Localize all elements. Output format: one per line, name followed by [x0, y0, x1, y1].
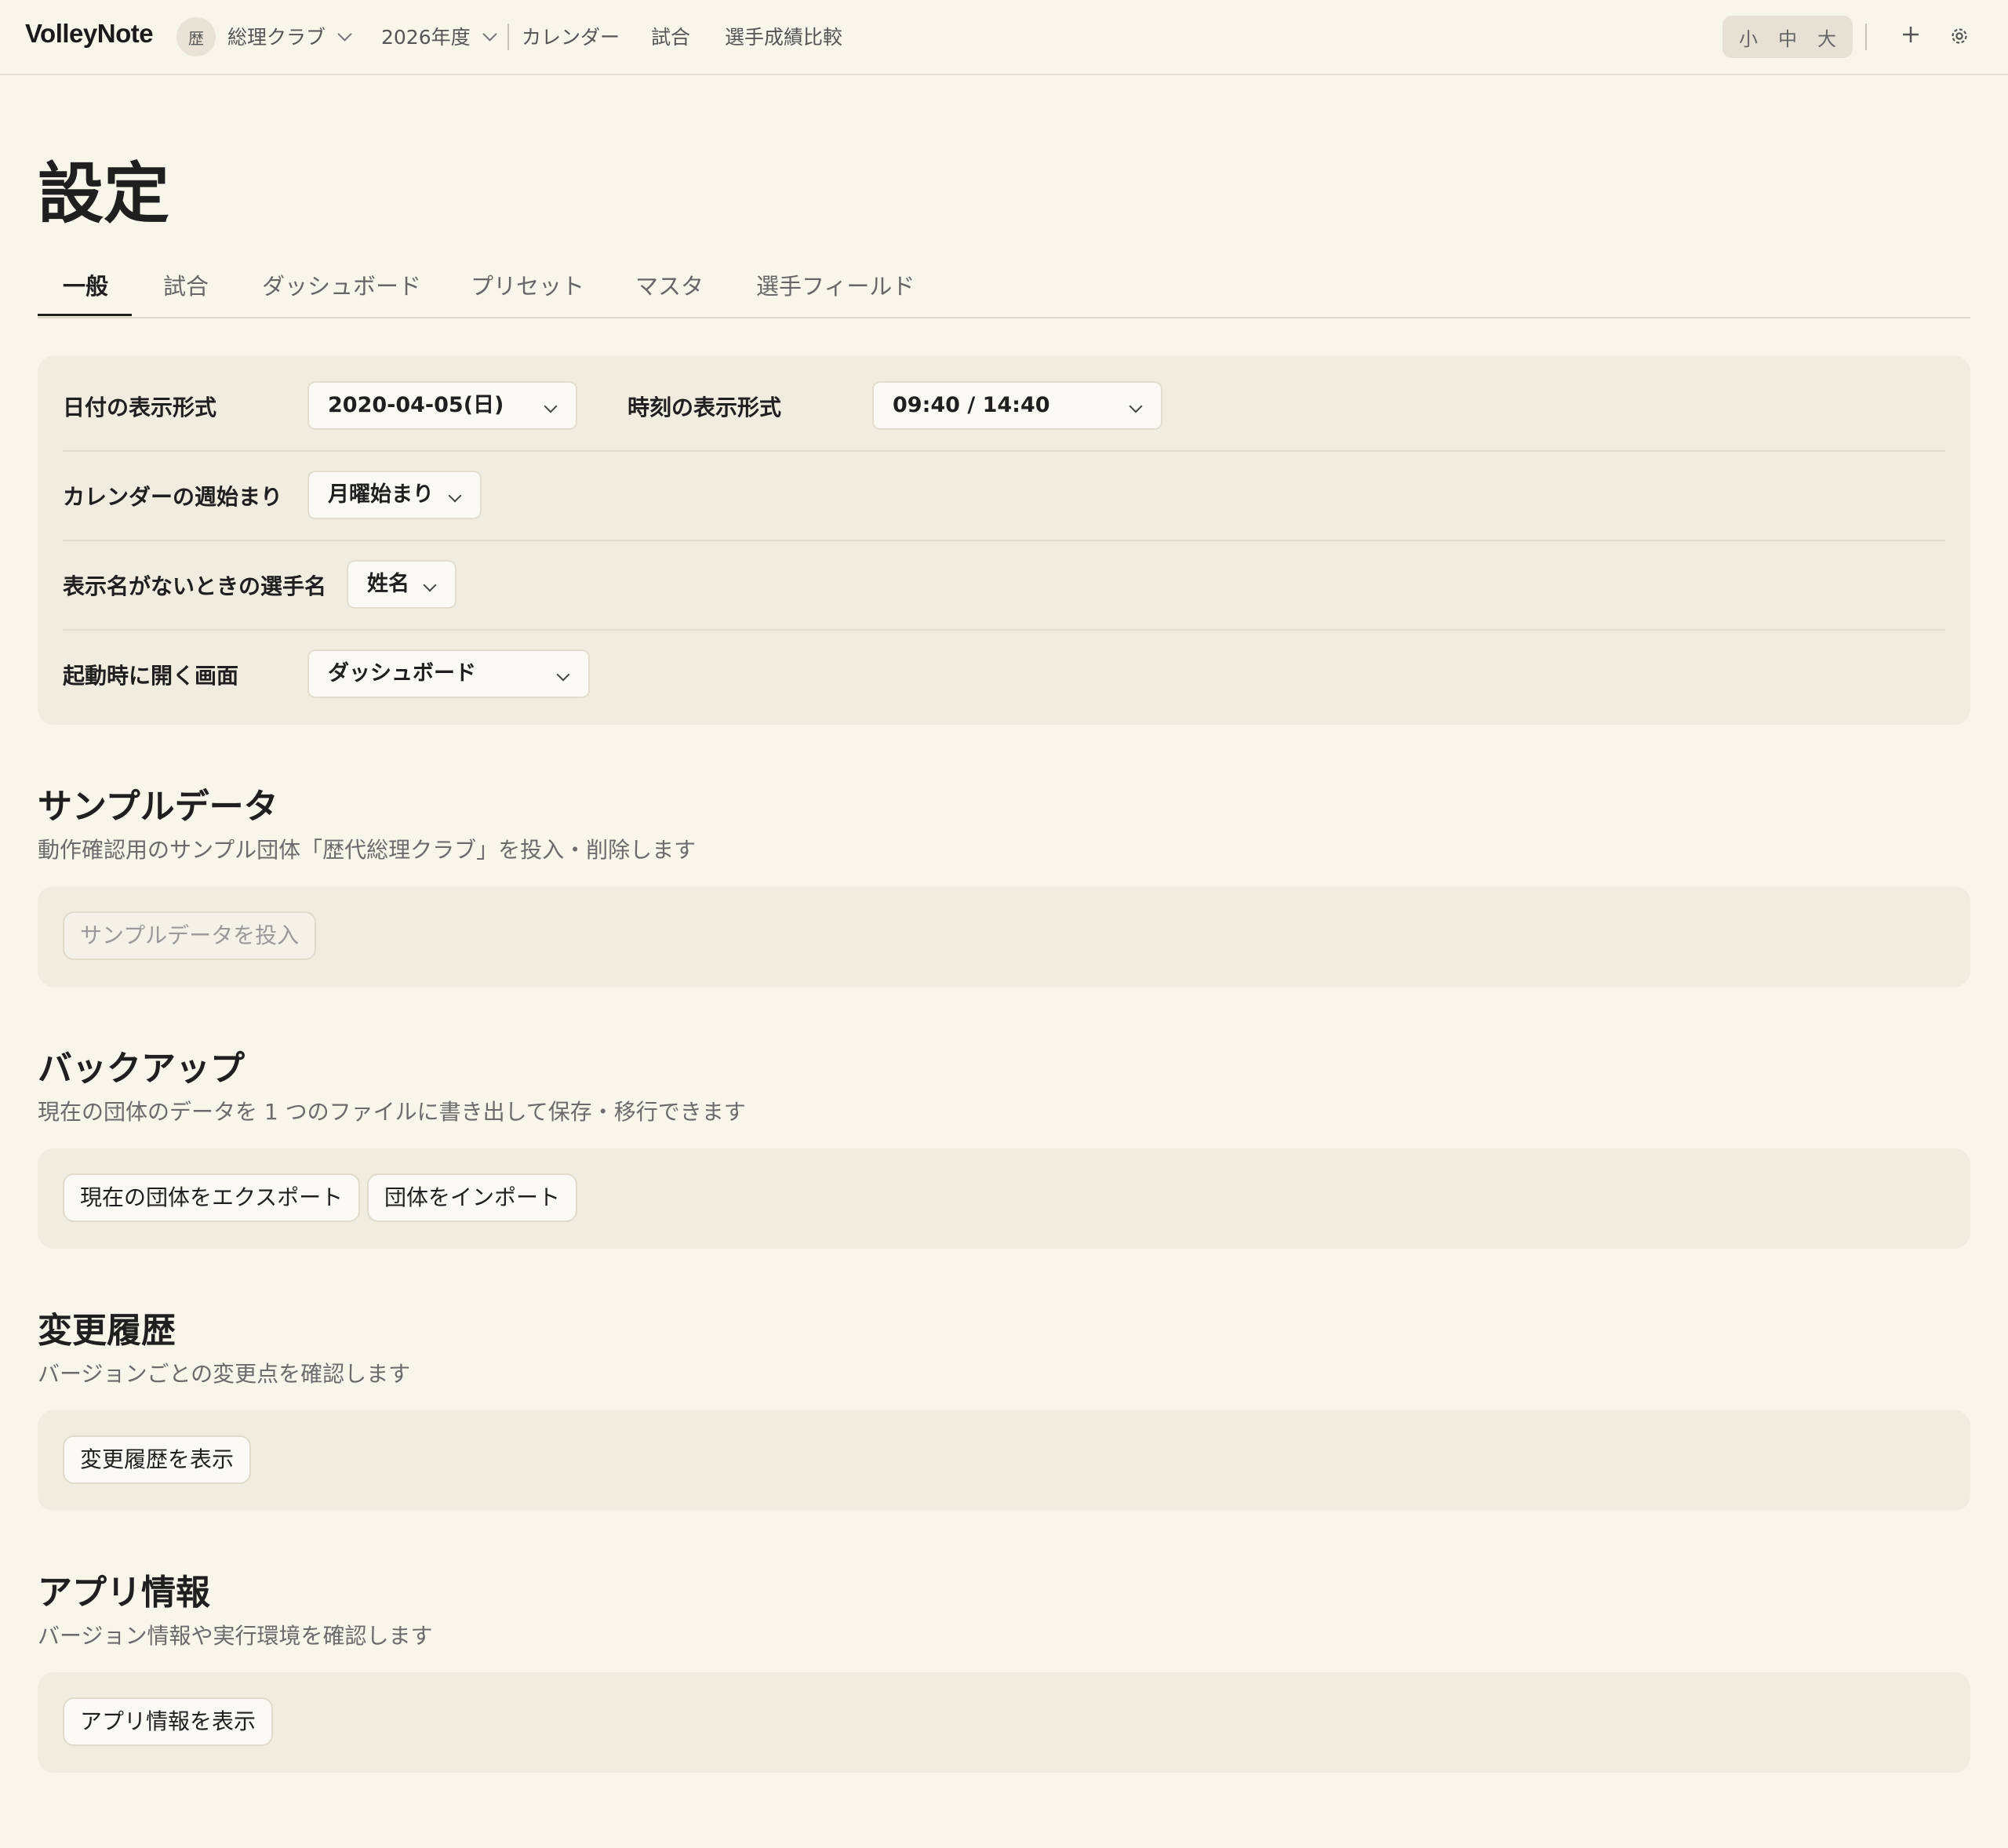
week-start-label: カレンダーの週始まり: [63, 484, 283, 510]
startup-screen-label: 起動時に開く画面: [63, 663, 239, 689]
sample-data-title: サンプルデータ: [38, 787, 278, 827]
changelog-card: 変更履歴を表示: [38, 1410, 1970, 1511]
backup-card: 現在の団体をエクスポート 団体をインポート: [38, 1148, 1970, 1249]
toolbar-divider: [1865, 24, 1867, 50]
gear-icon[interactable]: [1948, 25, 1970, 47]
row-divider: [63, 450, 1945, 452]
startup-screen-value: ダッシュボード: [328, 661, 476, 686]
size-small-button[interactable]: 小: [1739, 24, 1758, 51]
time-format-select[interactable]: 09:40 / 14:40: [872, 381, 1162, 430]
chevron-down-icon: [482, 27, 497, 42]
chevron-down-icon: [1129, 399, 1143, 413]
season-selector[interactable]: 2026年度: [381, 22, 497, 50]
changelog-desc: バージョンごとの変更点を確認します: [38, 1361, 411, 1387]
insert-sample-data-button[interactable]: サンプルデータを投入: [63, 911, 317, 960]
app-info-title: アプリ情報: [38, 1573, 210, 1613]
show-changelog-button[interactable]: 変更履歴を表示: [63, 1435, 252, 1484]
player-name-value: 姓名: [367, 572, 409, 596]
club-selector[interactable]: 総理クラブ: [227, 22, 352, 50]
chevron-down-icon: [448, 489, 462, 503]
sample-data-desc: 動作確認用のサンプル団体「歴代総理クラブ」を投入・削除します: [38, 837, 697, 863]
tab-dashboard[interactable]: ダッシュボード: [262, 268, 421, 301]
nav-calendar[interactable]: カレンダー: [522, 22, 620, 50]
export-club-button[interactable]: 現在の団体をエクスポート: [63, 1173, 361, 1222]
active-tab-indicator: [38, 314, 132, 316]
size-medium-button[interactable]: 中: [1778, 24, 1797, 51]
nav-divider: [507, 24, 509, 50]
time-format-label: 時刻の表示形式: [628, 395, 782, 420]
page-title: 設定: [38, 155, 170, 232]
settings-tabs: 一般 試合 ダッシュボード プリセット マスタ 選手フィールド: [38, 265, 1970, 318]
app-info-desc: バージョン情報や実行環境を確認します: [38, 1623, 433, 1649]
chevron-down-icon: [423, 578, 437, 592]
nav-matches[interactable]: 試合: [651, 22, 690, 50]
chevron-down-icon: [337, 27, 352, 42]
chevron-down-icon: [556, 668, 570, 682]
row-divider: [63, 540, 1945, 541]
player-name-label: 表示名がないときの選手名: [63, 573, 327, 599]
date-format-label: 日付の表示形式: [63, 395, 217, 420]
season-name: 2026年度: [381, 26, 471, 49]
import-club-button[interactable]: 団体をインポート: [367, 1173, 578, 1222]
player-name-select[interactable]: 姓名: [347, 560, 457, 609]
app-logo[interactable]: VolleyNote: [25, 19, 154, 49]
font-size-toggle: 小 中 大: [1722, 16, 1853, 58]
size-large-button[interactable]: 大: [1817, 24, 1836, 51]
backup-title: バックアップ: [38, 1049, 245, 1089]
club-name: 総理クラブ: [227, 26, 326, 49]
backup-desc: 現在の団体のデータを 1 つのファイルに書き出して保存・移行できます: [38, 1099, 746, 1125]
app-info-card: アプリ情報を表示: [38, 1672, 1970, 1773]
tab-presets[interactable]: プリセット: [471, 268, 584, 301]
week-start-value: 月曜始まり: [328, 482, 434, 507]
sample-data-card: サンプルデータを投入: [38, 886, 1970, 987]
startup-screen-select[interactable]: ダッシュボード: [307, 649, 590, 698]
time-format-value: 09:40 / 14:40: [893, 393, 1050, 417]
tab-general[interactable]: 一般: [63, 268, 108, 301]
changelog-title: 変更履歴: [38, 1311, 176, 1351]
plus-icon[interactable]: [1898, 22, 1923, 47]
top-bar: VolleyNote 歴 総理クラブ 2026年度 カレンダー 試合 選手成績比…: [0, 0, 2008, 75]
row-divider: [63, 629, 1945, 631]
tab-master[interactable]: マスタ: [635, 268, 704, 301]
week-start-select[interactable]: 月曜始まり: [307, 471, 482, 519]
tab-player-fields[interactable]: 選手フィールド: [756, 268, 915, 301]
show-app-info-button[interactable]: アプリ情報を表示: [63, 1697, 274, 1746]
club-avatar[interactable]: 歴: [176, 17, 216, 56]
date-format-value: 2020-04-05(日): [328, 393, 504, 417]
general-settings-card: 日付の表示形式 2020-04-05(日) 時刻の表示形式 09:40 / 14…: [38, 356, 1970, 725]
date-format-select[interactable]: 2020-04-05(日): [307, 381, 577, 430]
nav-player-compare[interactable]: 選手成績比較: [725, 22, 842, 50]
chevron-down-icon: [544, 399, 558, 413]
tab-matches[interactable]: 試合: [163, 268, 209, 301]
